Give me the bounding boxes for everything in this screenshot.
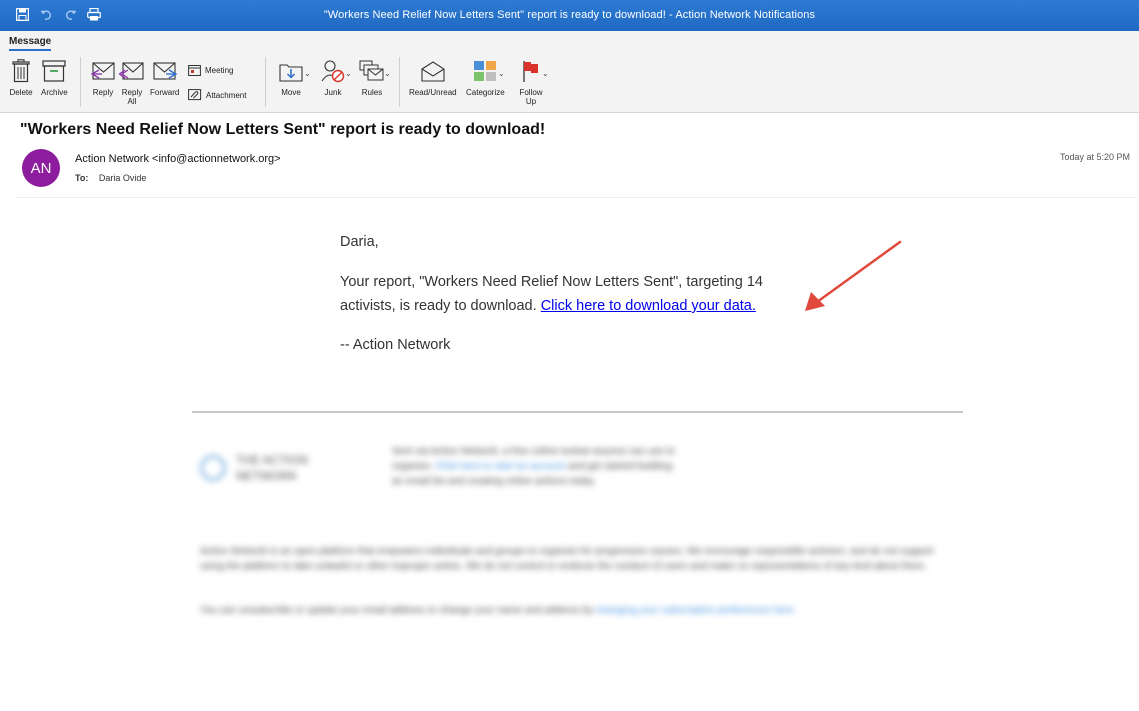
flag-icon [518,58,544,84]
footer-unsubscribe: You can unsubscribe or update your email… [200,605,797,616]
chevron-down-icon[interactable]: ⌄ [304,69,311,78]
chevron-down-icon[interactable]: ⌄ [345,69,352,78]
archive-icon [41,58,67,84]
download-data-link[interactable]: Click here to download your data. [541,298,756,314]
avatar[interactable]: AN [22,149,60,187]
ribbon-toolbar: Message Delete Archive Reply Reply All F… [0,31,1139,113]
sender-address[interactable]: Action Network <info@actionnetwork.org> [75,153,281,165]
delete-button[interactable]: Delete [8,58,34,97]
paperclip-icon [188,89,202,101]
reply-all-button[interactable]: Reply All [119,58,145,106]
footer-promo: Sent via Action Network, a free online t… [392,446,675,487]
window-title-bar: "Workers Need Relief Now Letters Sent" r… [0,0,1139,31]
trash-icon [8,58,34,84]
email-paragraph: Your report, "Workers Need Relief Now Le… [340,270,820,318]
chevron-down-icon[interactable]: ⌄ [498,69,505,78]
attachment-button[interactable]: Attachment [188,89,246,101]
calendar-icon [188,65,201,76]
rules-button[interactable]: Rules [359,58,385,97]
forward-button[interactable]: Forward [150,58,179,97]
junk-icon [320,58,346,84]
recipient-name[interactable]: Daria Ovide [99,173,147,183]
chevron-down-icon[interactable]: ⌄ [542,69,549,78]
archive-button[interactable]: Archive [41,58,68,97]
header-divider [16,197,1136,198]
tab-message[interactable]: Message [9,36,52,51]
read-unread-button[interactable]: Read/Unread [409,58,457,97]
chevron-down-icon[interactable]: ⌄ [384,69,391,78]
body-divider [192,411,963,413]
to-label: To: [75,173,89,183]
email-signature: -- Action Network [340,337,451,353]
footer-legal-text: Action Network is an open platform that … [200,546,934,572]
categorize-icon [472,58,498,84]
forward-icon [152,58,178,84]
reply-all-icon [119,58,145,84]
ribbon-separator [80,57,81,107]
reply-icon [90,58,116,84]
logo-circle-icon [200,455,226,481]
recipient-line: To: Daria Ovide [75,173,146,183]
email-greeting: Daria, [340,234,379,250]
subscription-preferences-link[interactable]: changing your subscription preferences h… [596,605,796,616]
start-account-link[interactable]: Click here to start an account [436,461,566,472]
envelope-open-icon [420,58,446,84]
action-network-logo: THE ACTION NETWORK [200,452,356,484]
junk-button[interactable]: Junk [320,58,346,97]
received-date: Today at 5:20 PM [1059,152,1130,162]
ribbon-separator [265,57,266,107]
ribbon-separator [399,57,400,107]
email-subject: "Workers Need Relief Now Letters Sent" r… [20,121,546,138]
rules-icon [359,58,385,84]
move-button[interactable]: Move [278,58,304,97]
window-title: "Workers Need Relief Now Letters Sent" r… [323,9,816,21]
follow-up-button[interactable]: Follow Up [518,58,544,106]
reply-button[interactable]: Reply [90,58,116,97]
meeting-button[interactable]: Meeting [188,64,233,76]
move-icon [278,58,304,84]
annotation-arrow-icon [805,240,902,311]
